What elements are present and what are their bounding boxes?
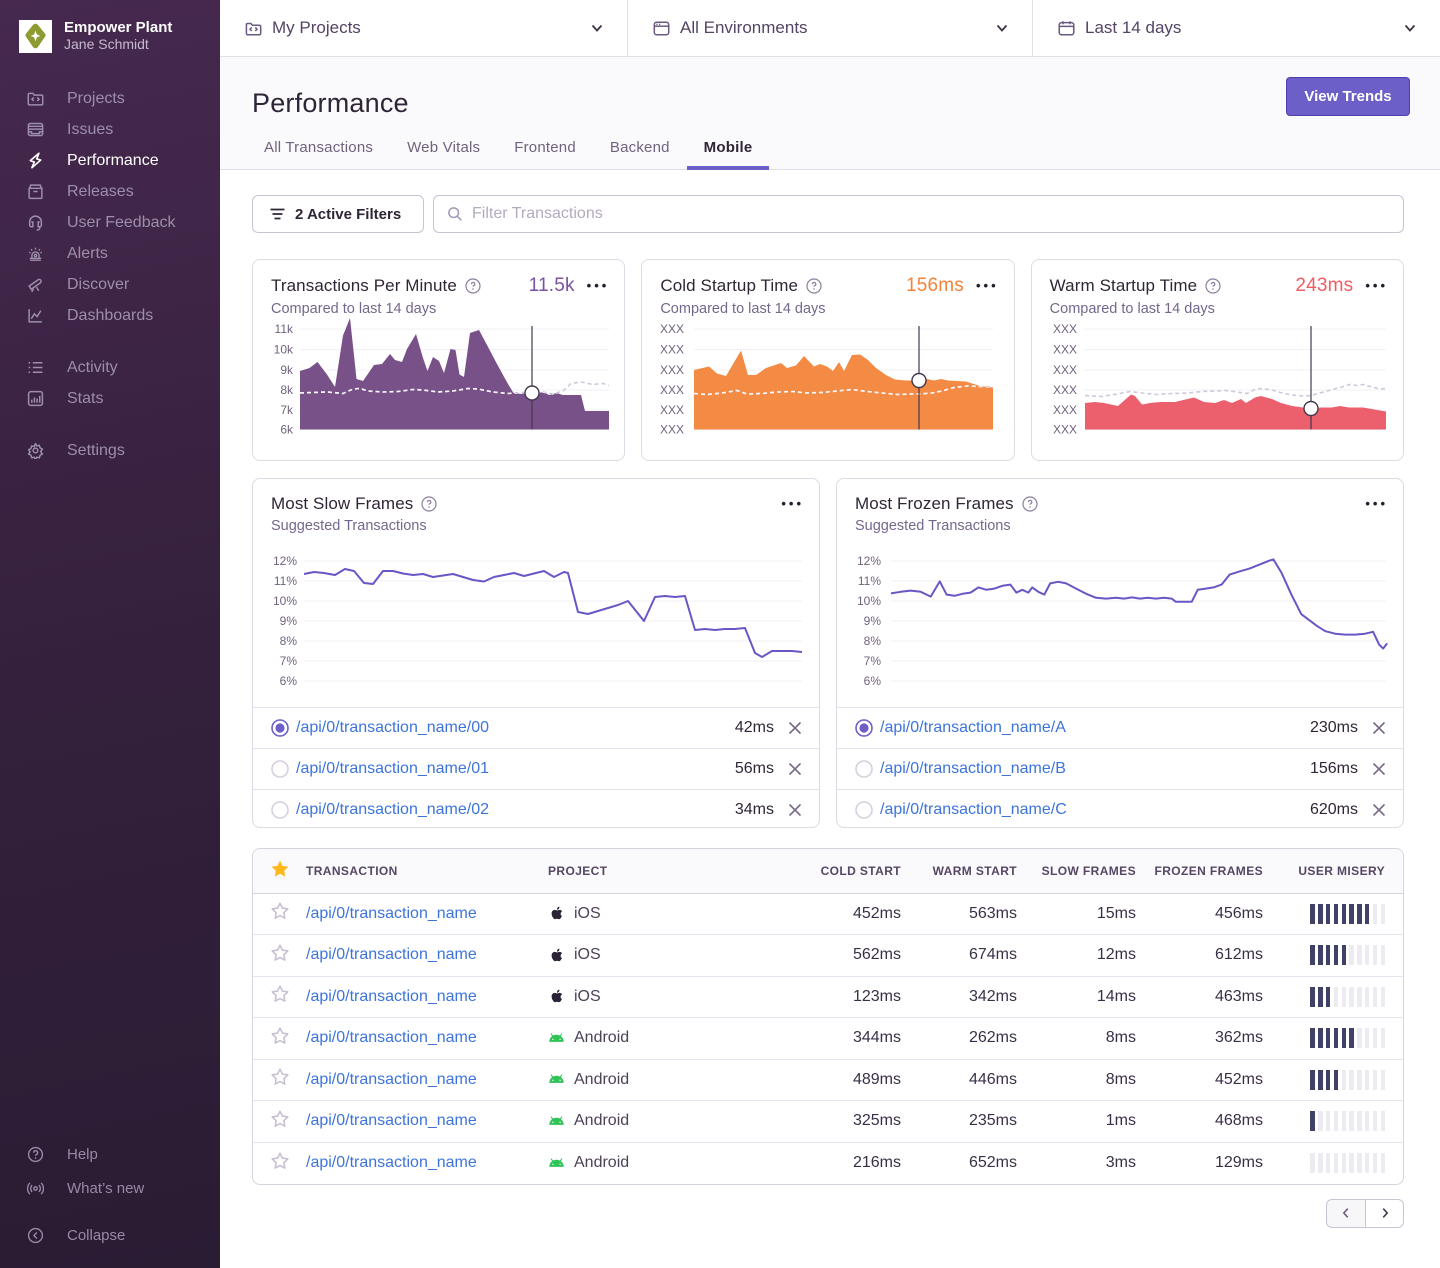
svg-text:11%: 11% [274, 574, 297, 588]
svg-text:10k: 10k [274, 343, 294, 357]
svg-text:7%: 7% [864, 654, 882, 668]
svg-text:XXX: XXX [1053, 343, 1077, 357]
svg-text:XXX: XXX [660, 383, 684, 397]
svg-text:11k: 11k [275, 322, 294, 336]
svg-text:8k: 8k [280, 383, 294, 397]
svg-text:9%: 9% [864, 614, 882, 628]
svg-text:10%: 10% [857, 594, 881, 608]
svg-text:XXX: XXX [1053, 383, 1077, 397]
svg-text:6%: 6% [864, 674, 882, 688]
svg-text:XXX: XXX [1053, 363, 1077, 377]
svg-text:6%: 6% [280, 674, 298, 688]
svg-text:6k: 6k [280, 423, 294, 437]
svg-text:10%: 10% [273, 594, 297, 608]
svg-text:XXX: XXX [660, 343, 684, 357]
svg-text:XXX: XXX [660, 423, 684, 437]
svg-text:8%: 8% [280, 634, 298, 648]
svg-text:9%: 9% [280, 614, 298, 628]
svg-text:9k: 9k [280, 363, 294, 377]
svg-text:XXX: XXX [660, 322, 684, 336]
svg-text:XXX: XXX [660, 403, 684, 417]
svg-text:8%: 8% [864, 634, 882, 648]
svg-text:11%: 11% [858, 574, 881, 588]
svg-text:12%: 12% [857, 555, 881, 568]
svg-text:XXX: XXX [1053, 322, 1077, 336]
svg-text:XXX: XXX [1053, 423, 1077, 437]
svg-text:7%: 7% [280, 654, 298, 668]
svg-text:XXX: XXX [660, 363, 684, 377]
svg-text:XXX: XXX [1053, 403, 1077, 417]
svg-text:12%: 12% [273, 555, 297, 568]
svg-text:7k: 7k [280, 403, 294, 417]
